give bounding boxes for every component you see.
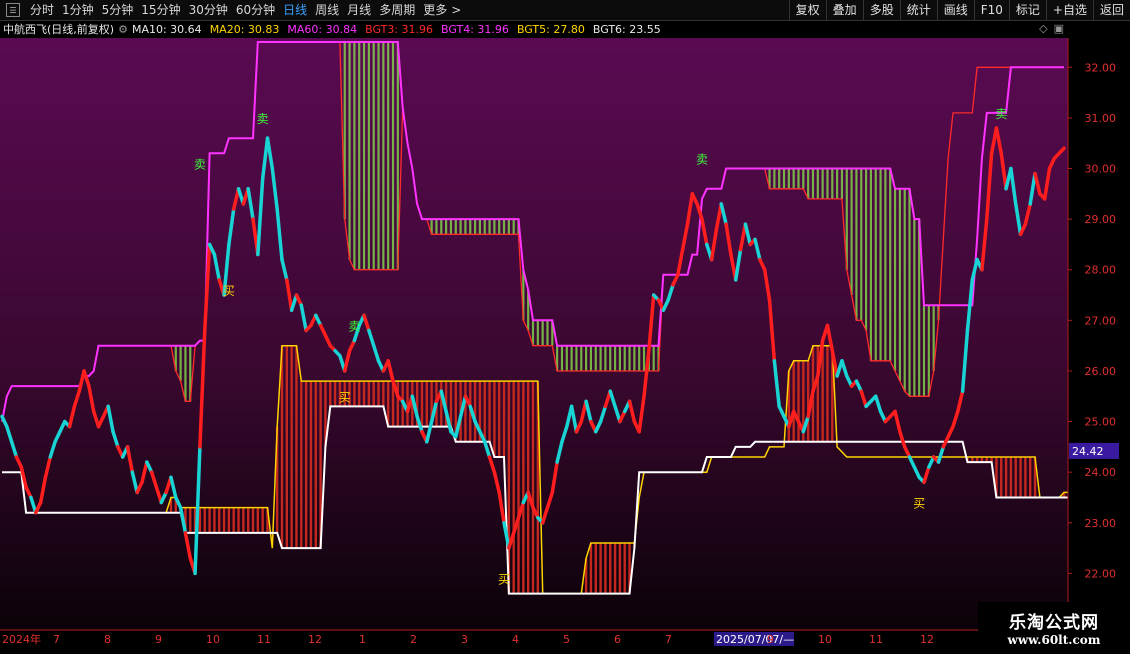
- y-tick-label: 25.00: [1085, 416, 1117, 429]
- indicator-values: MA10: 30.64 MA20: 30.83 MA60: 30.84 BGT3: 3…: [132, 23, 669, 36]
- right-button-group: 复权 叠加 多股 统计 画线 F10 标记 +自选 返回: [788, 0, 1130, 20]
- indicator-value-2: MA60: 30.84: [287, 22, 358, 36]
- y-tick-label: 28.00: [1085, 264, 1117, 277]
- toolbar-button-0[interactable]: 复权: [788, 0, 826, 20]
- y-tick-label: 31.00: [1085, 112, 1117, 125]
- toolbar: ☰ 分时 1分钟 5分钟 15分钟 30分钟 60分钟 日线 周线 月线 多周期 更多 > 复权 叠加…: [0, 0, 1130, 21]
- y-tick-label: 26.00: [1085, 365, 1117, 378]
- indicator-value-3: BGT3: 31.96: [365, 22, 434, 36]
- y-tick-label: 22.00: [1085, 567, 1117, 580]
- period-tab-7[interactable]: 周线: [311, 0, 343, 20]
- x-tick-label: 7: [665, 633, 672, 646]
- x-tick-label: 9: [767, 633, 774, 646]
- info-icons: ◇ ▣: [1039, 22, 1064, 35]
- x-tick-label: 10: [818, 633, 832, 646]
- watermark-title: 乐淘公式网: [1009, 613, 1099, 633]
- x-tick-label: 12: [308, 633, 322, 646]
- period-tab-1[interactable]: 1分钟: [58, 0, 98, 20]
- y-tick-label: 32.00: [1085, 61, 1117, 74]
- x-tick-label: 10: [206, 633, 220, 646]
- signal-label-4: 买: [339, 390, 351, 404]
- x-tick-label: 6: [614, 633, 621, 646]
- y-tick-label: 23.00: [1085, 517, 1117, 530]
- x-tick-label: 11: [869, 633, 883, 646]
- x-tick-label: 4: [512, 633, 519, 646]
- period-tab-0[interactable]: 分时: [26, 0, 58, 20]
- chart-area[interactable]: 卖买卖卖买买卖买卖 32.00 31.00 30.00 29.00 28.00 27.00 2…: [0, 38, 1130, 650]
- watermark-url: www.60lt.com: [1007, 633, 1101, 647]
- period-list: 分时 1分钟 5分钟 15分钟 30分钟 60分钟 日线 周线 月线 多周期 更多: [26, 0, 451, 20]
- x-tick-label: 12: [920, 633, 934, 646]
- y-tick-label: 30.00: [1085, 163, 1117, 176]
- menu-icon[interactable]: ☰: [6, 3, 20, 17]
- y-tick-label: 27.00: [1085, 314, 1117, 327]
- toolbar-button-7[interactable]: +自选: [1045, 0, 1093, 20]
- indicator-value-0: MA10: 30.64: [131, 22, 202, 36]
- price-chart[interactable]: 卖买卖卖买买卖买卖32.0031.0030.0029.0028.0027.002…: [0, 38, 1130, 650]
- indicator-value-6: BGT6: 23.55: [592, 22, 661, 36]
- x-tick-label: 2025/07/07/—: [716, 633, 794, 646]
- period-bar: ☰ 分时 1分钟 5分钟 15分钟 30分钟 60分钟 日线 周线 月线 多周期 更多 >: [0, 0, 465, 20]
- signal-label-5: 买: [498, 573, 510, 587]
- x-tick-label: 2024年: [2, 632, 41, 646]
- signal-label-0: 卖: [194, 158, 206, 172]
- period-tab-8[interactable]: 月线: [343, 0, 375, 20]
- signal-label-8: 卖: [995, 107, 1007, 121]
- x-tick-label: 11: [257, 633, 271, 646]
- watermark: 乐淘公式网 www.60lt.com: [978, 602, 1130, 650]
- settings-gear-icon[interactable]: ⚙: [118, 23, 128, 36]
- toolbar-button-8[interactable]: 返回: [1092, 0, 1130, 20]
- x-tick-label: 3: [461, 633, 468, 646]
- signal-label-2: 卖: [257, 112, 269, 126]
- signal-label-6: 卖: [696, 152, 708, 166]
- more-chevron-icon[interactable]: >: [451, 0, 465, 20]
- indicator-value-1: MA20: 30.83: [209, 22, 280, 36]
- period-tab-5[interactable]: 60分钟: [232, 0, 279, 20]
- signal-label-7: 买: [913, 497, 925, 511]
- indicator-value-5: BGT5: 27.80: [516, 22, 585, 36]
- toolbar-button-5[interactable]: F10: [973, 0, 1009, 20]
- signal-label-1: 买: [223, 284, 235, 298]
- stock-name[interactable]: 中航西飞(日线,前复权): [3, 21, 114, 37]
- x-tick-label: 7: [53, 633, 60, 646]
- period-tab-2[interactable]: 5分钟: [98, 0, 138, 20]
- x-tick-label: 9: [155, 633, 162, 646]
- indicator-value-4: BGT4: 31.96: [441, 22, 509, 36]
- x-tick-label: 8: [104, 633, 111, 646]
- x-tick-label: 5: [563, 633, 570, 646]
- y-tick-label: 29.00: [1085, 213, 1117, 226]
- period-tab-4[interactable]: 30分钟: [185, 0, 232, 20]
- y-axis-panel: [1068, 38, 1130, 650]
- toolbar-button-2[interactable]: 多股: [862, 0, 900, 20]
- current-price-label: 24.42: [1072, 445, 1104, 458]
- y-tick-label: 24.00: [1085, 466, 1117, 479]
- toolbar-button-4[interactable]: 画线: [936, 0, 974, 20]
- window-toggle-icon[interactable]: ▣: [1054, 22, 1064, 35]
- signal-label-3: 卖: [348, 319, 360, 333]
- period-tab-3[interactable]: 15分钟: [137, 0, 184, 20]
- x-tick-label: 2: [410, 633, 417, 646]
- period-tab-10[interactable]: 更多: [419, 0, 451, 20]
- period-tab-9[interactable]: 多周期: [375, 0, 419, 20]
- period-tab-6[interactable]: 日线: [279, 0, 311, 20]
- toolbar-button-3[interactable]: 统计: [899, 0, 937, 20]
- toolbar-button-6[interactable]: 标记: [1008, 0, 1046, 20]
- x-tick-label: 1: [359, 633, 366, 646]
- indicator-bar: 中航西飞(日线,前复权) ⚙ MA10: 30.64 MA20: 30.83 MA6…: [0, 21, 1070, 37]
- diamond-icon[interactable]: ◇: [1039, 22, 1047, 35]
- toolbar-button-1[interactable]: 叠加: [825, 0, 863, 20]
